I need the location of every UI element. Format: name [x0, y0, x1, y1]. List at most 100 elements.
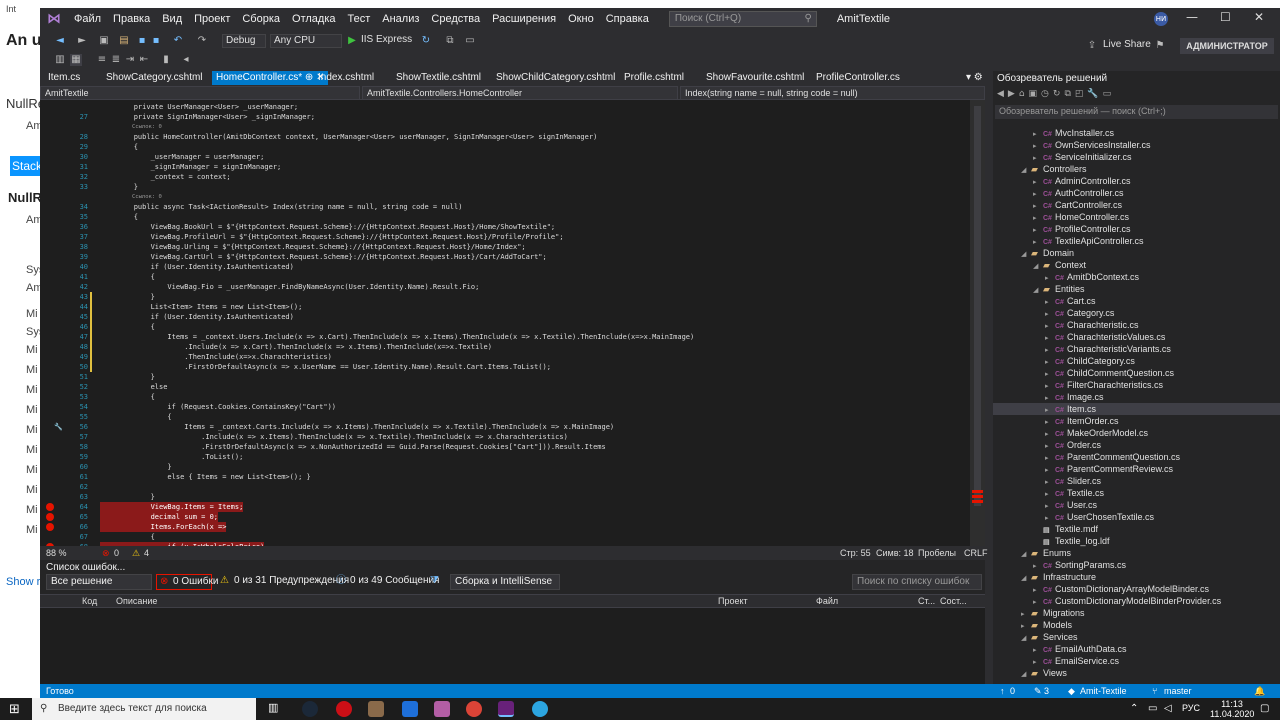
show-more-link[interactable]: Show r	[6, 576, 40, 588]
code-line[interactable]: 54 if (Request.Cookies.ContainsKey("Cart…	[40, 402, 970, 412]
tree-node[interactable]: ◢ ▰ Controllers	[993, 163, 1280, 175]
build-source-select[interactable]: Сборка и IntelliSense	[450, 574, 560, 590]
visual-studio-taskbar-icon[interactable]	[498, 701, 514, 717]
errors-filter-button[interactable]: ⊗ 0 Ошибки	[156, 574, 218, 590]
tab-6[interactable]: Profile.cshtml	[624, 71, 684, 85]
menu-item[interactable]: Расширения	[486, 8, 562, 30]
tree-node[interactable]: ▸ C# MakeOrderModel.cs	[993, 427, 1280, 439]
code-line[interactable]: Ссылок: 0	[40, 122, 970, 132]
tab-7[interactable]: ShowFavourite.cshtml	[706, 71, 804, 85]
code-line[interactable]: Ссылок: 0	[40, 192, 970, 202]
tree-node[interactable]: ▸ ▰ Models	[993, 619, 1280, 631]
app-icon[interactable]	[368, 701, 384, 717]
code-line[interactable]: 34 public async Task<IActionResult> Inde…	[40, 202, 970, 212]
code-line[interactable]: 45 if (User.Identity.IsAuthenticated)	[40, 312, 970, 322]
chrome-icon[interactable]	[466, 701, 482, 717]
branch-name[interactable]: master	[1164, 686, 1192, 696]
code-line[interactable]: 59 .ToList();	[40, 452, 970, 462]
tree-node[interactable]: ▸ C# HomeController.cs	[993, 211, 1280, 223]
code-line[interactable]: 28 public HomeController(AmitDbContext c…	[40, 132, 970, 142]
telegram-icon[interactable]	[532, 701, 548, 717]
undo-icon[interactable]: ↶	[172, 35, 184, 47]
warning-count[interactable]: 4	[144, 548, 149, 558]
tree-node[interactable]: ◢ ▰ Context	[993, 259, 1280, 271]
code-line[interactable]: 27 private SignInManager<User> _signInMa…	[40, 112, 970, 122]
clock[interactable]: 11:13 11.04.2020	[1210, 699, 1254, 719]
steam-icon[interactable]	[302, 701, 318, 717]
tree-node[interactable]: ▸ C# ParentCommentQuestion.cs	[993, 451, 1280, 463]
comment-icon[interactable]: ≡	[96, 54, 108, 66]
code-line[interactable]: 57 .Include(x => x.Items).ThenInclude(x …	[40, 432, 970, 442]
live-share-button[interactable]: Live Share	[1100, 39, 1160, 53]
code-line[interactable]: 36 ViewBag.BookUrl = $"{HttpContext.Requ…	[40, 222, 970, 232]
codelens-references[interactable]: Ссылок: 0	[132, 122, 162, 132]
forward-icon[interactable]: ►	[76, 35, 88, 47]
tree-node[interactable]: ▸ C# SortingParams.cs	[993, 559, 1280, 571]
save-all-icon[interactable]: ▪	[150, 35, 162, 47]
indent-icon[interactable]: ⇥	[124, 54, 136, 66]
menu-item[interactable]: Средства	[425, 8, 486, 30]
tree-node[interactable]: ▸ C# FilterCharachteristics.cs	[993, 379, 1280, 391]
close-icon[interactable]: ✕	[1254, 10, 1264, 24]
zoom-level[interactable]: 88 %	[46, 548, 67, 558]
code-line[interactable]: 37 ViewBag.ProfileUrl = $"{HttpContext.R…	[40, 232, 970, 242]
scope-select[interactable]: Все решение	[46, 574, 152, 590]
codelens-references[interactable]: Ссылок: 0	[132, 192, 162, 202]
security-icon[interactable]	[402, 701, 418, 717]
tree-node[interactable]: ▸ C# EmailAuthData.cs	[993, 643, 1280, 655]
tree-node[interactable]: ▸ C# MvcInstaller.cs	[993, 127, 1280, 139]
refresh-icon[interactable]: ↻	[420, 35, 432, 47]
code-line[interactable]: 35 {	[40, 212, 970, 222]
se-toolbar[interactable]: ◀▶⌂▣◷↻⧉◰🔧▭	[997, 89, 1115, 99]
changes-count[interactable]: 3	[1044, 686, 1049, 696]
code-line[interactable]: 42 ViewBag.Fio = _userManager.FindByName…	[40, 282, 970, 292]
tab-3[interactable]: Index.cshtml	[318, 71, 374, 85]
tree-node[interactable]: ▸ C# Item.cs	[993, 403, 1280, 415]
config-select[interactable]: Debug	[222, 34, 266, 48]
volume-icon[interactable]: ◁	[1164, 703, 1172, 714]
tree-node[interactable]: ▸ C# Category.cs	[993, 307, 1280, 319]
tree-node[interactable]: ▸ C# Textile.cs	[993, 487, 1280, 499]
windows-start-icon[interactable]: ⊞	[9, 702, 20, 717]
code-line[interactable]: 50 .FirstOrDefaultAsync(x => x.UserName …	[40, 362, 970, 372]
new-project-icon[interactable]: ▣	[98, 35, 110, 47]
screen-icon[interactable]: ▭	[464, 35, 476, 47]
code-line[interactable]: private UserManager<User> _userManager;	[40, 102, 970, 112]
solution-config-icon[interactable]: ▥	[54, 54, 66, 66]
code-line[interactable]: 38 ViewBag.Urling = $"{HttpContext.Reque…	[40, 242, 970, 252]
code-line[interactable]: 32 _context = context;	[40, 172, 970, 182]
code-line[interactable]: 51 }	[40, 372, 970, 382]
column-header[interactable]: Код	[82, 596, 97, 606]
tree-node[interactable]: ▸ C# AmitDbContext.cs	[993, 271, 1280, 283]
tree-node[interactable]: ▸ ▰ Migrations	[993, 607, 1280, 619]
code-line[interactable]: 30 _userManager = userManager;	[40, 152, 970, 162]
uncomment-icon[interactable]: ≣	[110, 54, 122, 66]
tab-5[interactable]: ShowChildCategory.cshtml	[496, 71, 615, 85]
tab-2[interactable]: HomeController.cs* ⊕ ✕	[212, 71, 329, 85]
code-line[interactable]: 49 .ThenInclude(x=>x.Charachteristics)	[40, 352, 970, 362]
live-share-icon[interactable]: ⇪	[1086, 40, 1098, 52]
tree-node[interactable]: ▸ C# EmailService.cs	[993, 655, 1280, 667]
code-line[interactable]: 62	[40, 482, 970, 492]
code-line[interactable]: 58 .FirstOrDefaultAsync(x => x.NonAuthor…	[40, 442, 970, 452]
messages-filter-button[interactable]: ⓘ 0 из 49 Сообщения	[336, 574, 439, 590]
code-line[interactable]: 31 _signInManager = signInManager;	[40, 162, 970, 172]
error-search-input[interactable]: Поиск по списку ошибок	[852, 574, 982, 590]
editor-scrollbar[interactable]	[970, 100, 985, 546]
code-line[interactable]: 52 else	[40, 382, 970, 392]
code-line[interactable]: 60 }	[40, 462, 970, 472]
tree-node[interactable]: ▸ C# CharachteristicVariants.cs	[993, 343, 1280, 355]
column-header[interactable]: Файл	[816, 596, 838, 606]
column-header[interactable]: Ст...	[918, 596, 935, 606]
feedback-icon[interactable]: ⚑	[1154, 40, 1166, 52]
repo-name[interactable]: Amit-Textile	[1080, 686, 1127, 696]
opera-icon[interactable]	[336, 701, 352, 717]
code-line[interactable]: 44 List<Item> Items = new List<Item>();	[40, 302, 970, 312]
run-icon[interactable]: ▶	[346, 35, 358, 47]
project-dropdown[interactable]: AmitTextile	[40, 86, 360, 100]
tree-node[interactable]: ◢ ▰ Services	[993, 631, 1280, 643]
minimize-icon[interactable]: —	[1186, 10, 1198, 24]
tray-chevron-icon[interactable]: ⌃	[1130, 703, 1138, 714]
code-line[interactable]: 33 }	[40, 182, 970, 192]
menu-item[interactable]: Файл	[68, 8, 107, 30]
